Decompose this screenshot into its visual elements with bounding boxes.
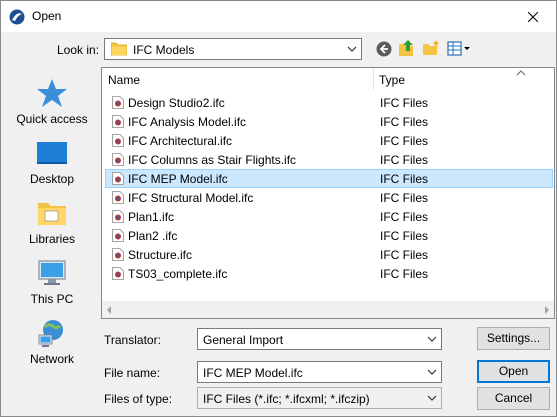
open-dialog: Open Look in: IFC Models Quick access De… (0, 0, 557, 417)
files-of-type-label: Files of type: (104, 392, 173, 406)
place-network[interactable]: Network (5, 307, 99, 367)
file-row[interactable]: Structure.ifc IFC Files (105, 245, 553, 264)
place-label: This PC (30, 292, 74, 306)
file-type: IFC Files (380, 210, 428, 224)
horizontal-scrollbar[interactable] (102, 301, 554, 318)
this-pc-icon (38, 260, 66, 285)
file-row[interactable]: IFC Structural Model.ifc IFC Files (105, 188, 553, 207)
file-type: IFC Files (380, 134, 428, 148)
title-bar: Open (1, 1, 556, 32)
file-type: IFC Files (380, 115, 428, 129)
file-name: IFC Columns as Stair Flights.ifc (128, 153, 297, 167)
libraries-icon (38, 203, 66, 225)
file-name: Design Studio2.ifc (128, 96, 225, 110)
file-row[interactable]: IFC Columns as Stair Flights.ifc IFC File… (105, 150, 553, 169)
file-type: IFC Files (380, 153, 428, 167)
ifc-file-icon (112, 115, 124, 128)
places-bar: Quick access Desktop Libraries This PC N… (5, 67, 99, 379)
place-quick-access[interactable]: Quick access (5, 67, 99, 127)
translator-value: General Import (203, 333, 284, 347)
place-label: Desktop (29, 172, 75, 186)
chevron-down-icon (347, 46, 357, 52)
translator-dropdown[interactable]: General Import (197, 328, 442, 350)
column-divider[interactable] (373, 68, 374, 90)
column-header-name[interactable]: Name (108, 73, 140, 87)
look-in-label: Look in: (57, 43, 100, 57)
file-name: IFC Analysis Model.ifc (128, 115, 247, 129)
file-type: IFC Files (380, 229, 428, 243)
file-row[interactable]: Design Studio2.ifc IFC Files (105, 93, 553, 112)
settings-button[interactable]: Settings... (477, 327, 550, 350)
file-name-value: IFC MEP Model.ifc (203, 366, 303, 380)
files-of-type-dropdown[interactable]: IFC Files (*.ifc; *.ifcxml; *.ifczip) (197, 387, 442, 409)
ifc-file-icon (112, 191, 124, 204)
ifc-file-icon (112, 248, 124, 261)
translator-label: Translator: (104, 333, 161, 347)
app-logo-icon (9, 9, 25, 25)
cancel-button[interactable]: Cancel (477, 387, 550, 410)
file-type: IFC Files (380, 191, 428, 205)
file-row[interactable]: TS03_complete.ifc IFC Files (105, 264, 553, 283)
sort-ascending-icon (516, 70, 526, 76)
file-type: IFC Files (380, 267, 428, 281)
desktop-icon (37, 142, 67, 164)
file-type: IFC Files (380, 172, 428, 186)
place-label: Network (29, 352, 74, 366)
place-label: Quick access (16, 112, 88, 126)
file-row[interactable]: IFC Analysis Model.ifc IFC Files (105, 112, 553, 131)
place-libraries[interactable]: Libraries (5, 187, 99, 247)
scroll-right-icon[interactable] (544, 306, 550, 314)
file-name: IFC Structural Model.ifc (128, 191, 254, 205)
file-name: Plan2 .ifc (128, 229, 178, 243)
file-row[interactable]: Plan2 .ifc IFC Files (105, 226, 553, 245)
view-menu-icon[interactable] (447, 40, 471, 58)
file-name: TS03_complete.ifc (128, 267, 228, 281)
file-name: Plan1.ifc (128, 210, 175, 224)
file-name: Structure.ifc (128, 248, 193, 262)
look-in-value: IFC Models (133, 43, 195, 57)
place-this-pc[interactable]: This PC (5, 247, 99, 307)
column-header-type[interactable]: Type (379, 73, 405, 87)
open-button[interactable]: Open (477, 360, 550, 383)
place-label: Libraries (28, 232, 76, 246)
back-icon[interactable] (375, 40, 393, 58)
chevron-down-icon (427, 395, 437, 401)
scroll-left-icon[interactable] (106, 306, 112, 314)
close-button[interactable] (510, 1, 556, 32)
ifc-file-icon (112, 96, 124, 109)
file-type: IFC Files (380, 248, 428, 262)
ifc-file-icon (112, 210, 124, 223)
file-name: IFC MEP Model.ifc (128, 172, 228, 186)
chevron-down-icon (427, 336, 437, 342)
ifc-file-icon (112, 267, 124, 280)
ifc-file-icon (112, 153, 124, 166)
chevron-down-icon (427, 369, 437, 375)
look-in-dropdown[interactable]: IFC Models (104, 38, 362, 60)
ifc-file-icon (112, 134, 124, 147)
close-icon (528, 11, 538, 22)
new-folder-icon[interactable] (422, 39, 440, 57)
window-title: Open (32, 9, 62, 23)
file-row[interactable]: Plan1.ifc IFC Files (105, 207, 553, 226)
network-icon (38, 320, 63, 347)
folder-icon (111, 42, 127, 56)
files-of-type-value: IFC Files (*.ifc; *.ifcxml; *.ifczip) (203, 392, 370, 406)
ifc-file-icon (112, 172, 124, 185)
file-type: IFC Files (380, 96, 428, 110)
place-desktop[interactable]: Desktop (5, 127, 99, 187)
file-list[interactable]: Name Type Design Studio2.ifc IFC Files IFC… (101, 67, 555, 319)
file-name-label: File name: (104, 366, 161, 380)
file-name: IFC Architectural.ifc (128, 134, 233, 148)
file-name-field[interactable]: IFC MEP Model.ifc (197, 361, 442, 383)
up-folder-icon[interactable] (398, 39, 416, 57)
ifc-file-icon (112, 229, 124, 242)
quick-access-icon (37, 79, 67, 107)
file-row[interactable]: IFC MEP Model.ifc IFC Files (105, 169, 553, 188)
file-row[interactable]: IFC Architectural.ifc IFC Files (105, 131, 553, 150)
